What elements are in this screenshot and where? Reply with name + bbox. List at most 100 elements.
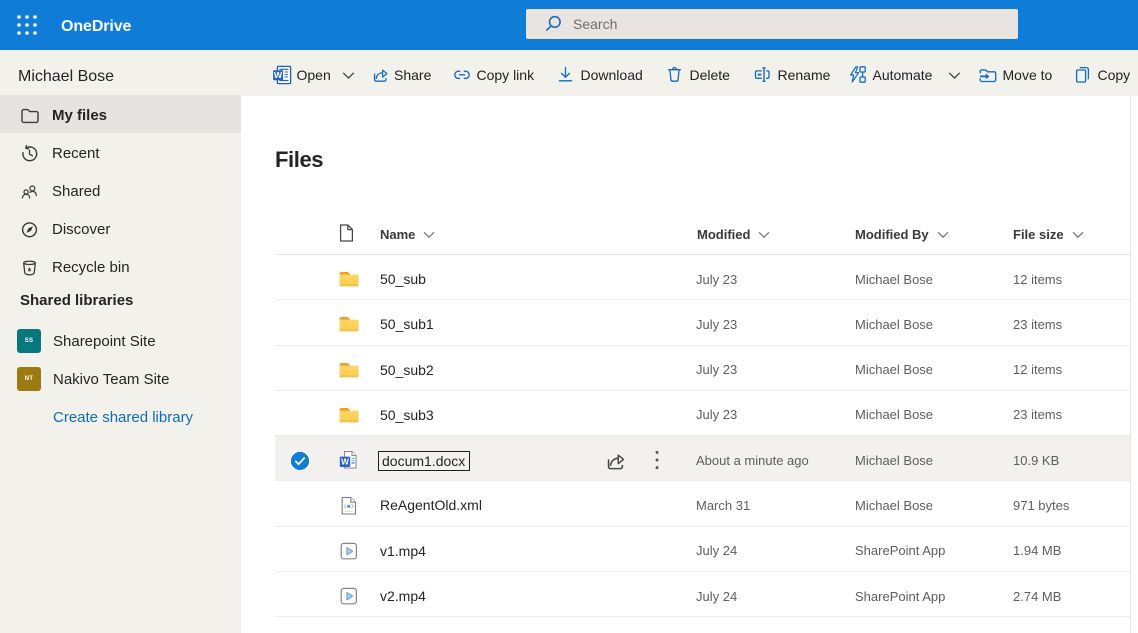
file-modified: March 31 <box>696 483 750 527</box>
file-modified-by: SharePoint App <box>855 529 945 573</box>
link-icon <box>452 65 472 85</box>
row-more-options-icon[interactable] <box>650 450 664 470</box>
file-modified-by: Michael Bose <box>855 257 933 301</box>
sort-chevron-icon <box>758 231 770 239</box>
sidebar: Michael Bose My files Recent Shared Discove… <box>0 50 241 633</box>
copy-icon <box>1073 65 1093 85</box>
search-box[interactable] <box>526 9 1018 39</box>
file-table: Name Modified Modified By File size 50_s… <box>275 215 1130 617</box>
onedrive-app: OneDrive Michael Bose My files Recent Shar… <box>0 0 1138 633</box>
file-size: 2.74 MB <box>1013 574 1061 618</box>
table-row-ReAgentOld.xml[interactable]: ReAgentOld.xmlMarch 31Michael Bose971 by… <box>275 481 1130 526</box>
library-item-nakivo-team-site[interactable]: NTNakivo Team Site <box>0 360 241 398</box>
column-header-modified-by[interactable]: Modified By <box>855 215 949 254</box>
table-row-50_sub1[interactable]: 50_sub1July 23Michael Bose23 items <box>275 300 1130 345</box>
file-name[interactable]: 50_sub1 <box>380 302 434 346</box>
column-header-label: Modified <box>697 227 750 242</box>
column-header-label: File size <box>1013 227 1064 242</box>
column-header-modified[interactable]: Modified <box>697 215 770 254</box>
table-row-v1.mp4[interactable]: v1.mp4July 24SharePoint App1.94 MB <box>275 527 1130 572</box>
column-header-label: Modified By <box>855 227 929 242</box>
automate-icon <box>848 65 868 85</box>
table-row-docum1.docx[interactable]: Wdocum1.docx About a minute ago Michael Bo… <box>275 436 1130 481</box>
rename-input[interactable]: docum1.docx <box>378 451 470 471</box>
file-icon-folder <box>338 359 360 381</box>
file-name[interactable]: 50_sub2 <box>380 348 434 392</box>
file-size: 23 items <box>1013 302 1062 346</box>
toolbar-copy-button[interactable]: Copy <box>1073 50 1131 96</box>
column-header-file-size[interactable]: File size <box>1013 215 1084 254</box>
sidebar-item-recycle-bin[interactable]: Recycle bin <box>0 247 241 285</box>
share-icon <box>369 65 389 85</box>
file-size: 10.9 KB <box>1013 438 1059 482</box>
toolbar-label: Delete <box>690 67 730 83</box>
sort-chevron-icon <box>937 231 949 239</box>
sidebar-item-discover[interactable]: Discover <box>0 209 241 247</box>
delete-icon <box>665 65 685 85</box>
file-icon-word: W <box>338 449 360 471</box>
file-name[interactable]: v2.mp4 <box>380 574 426 618</box>
file-icon-video <box>338 585 360 607</box>
owner-name: Michael Bose <box>0 50 241 95</box>
file-type-column-icon[interactable] <box>339 224 354 242</box>
table-row-50_sub[interactable]: 50_sub July 23 Michael Bose 12 items <box>275 255 1130 300</box>
table-row-v2.mp4[interactable]: v2.mp4July 24SharePoint App2.74 MB <box>275 572 1130 617</box>
table-row-50_sub3[interactable]: 50_sub3July 23Michael Bose23 items <box>275 391 1130 436</box>
search-input[interactable] <box>573 16 993 32</box>
sidebar-item-label: Recycle bin <box>52 259 130 276</box>
file-modified: July 23 <box>696 257 737 301</box>
app-launcher-waffle-icon[interactable] <box>14 12 40 38</box>
library-item-sharepoint-site[interactable]: SS Sharepoint Site <box>0 322 241 360</box>
toolbar-download-button[interactable]: Download <box>556 50 643 96</box>
library-label: Sharepoint Site <box>53 333 156 350</box>
download-icon <box>556 65 576 85</box>
sidebar-item-label: Discover <box>52 221 110 238</box>
column-header-name[interactable]: Name <box>380 215 435 254</box>
page-title: Files <box>275 147 323 173</box>
create-shared-library-link[interactable]: Create shared library <box>0 398 241 436</box>
file-modified-by: Michael Bose <box>855 302 933 346</box>
file-size: 12 items <box>1013 257 1062 301</box>
file-name[interactable]: 50_sub <box>380 257 426 301</box>
toolbar-label: Download <box>581 67 643 83</box>
table-row-50_sub2[interactable]: 50_sub2July 23Michael Bose12 items <box>275 346 1130 391</box>
toolbar-open-button[interactable]: WOpen <box>272 50 355 96</box>
toolbar-rename-button[interactable]: Rename <box>753 50 831 96</box>
file-modified: About a minute ago <box>696 438 809 482</box>
toolbar-label: Open <box>297 67 331 83</box>
table-header-row: Name Modified Modified By File size <box>275 215 1130 255</box>
app-title[interactable]: OneDrive <box>61 2 131 52</box>
library-badge: SS <box>17 329 41 353</box>
selected-check-icon[interactable] <box>289 450 311 472</box>
toolbar-delete-button[interactable]: Delete <box>665 50 730 96</box>
toolbar-share-button[interactable]: Share <box>369 50 431 96</box>
search-icon <box>544 14 564 34</box>
row-share-icon[interactable] <box>603 449 626 472</box>
toolbar-move-to-button[interactable]: Move to <box>978 50 1053 96</box>
toolbar-copy-link-button[interactable]: Copy link <box>452 50 535 96</box>
file-icon-folder <box>338 404 360 426</box>
sidebar-item-shared[interactable]: Shared <box>0 171 241 209</box>
folder-icon <box>20 106 39 125</box>
chevron-down-icon <box>948 71 961 80</box>
toolbar-automate-button[interactable]: Automate <box>848 50 962 96</box>
toolbar-label: Copy link <box>477 67 535 83</box>
sidebar-item-my-files[interactable]: My files <box>0 95 241 133</box>
sort-chevron-icon <box>1072 231 1084 239</box>
file-name[interactable]: v1.mp4 <box>380 529 426 573</box>
file-modified-by: Michael Bose <box>855 438 933 482</box>
sidebar-item-recent[interactable]: Recent <box>0 133 241 171</box>
file-size: 1.94 MB <box>1013 529 1061 573</box>
svg-text:W: W <box>341 458 349 467</box>
move-icon <box>978 65 998 85</box>
sidebar-item-label: Shared <box>52 183 100 200</box>
clock-icon <box>20 144 39 163</box>
file-icon-xml <box>338 494 360 516</box>
command-bar: WOpen Share Copy link Download Delete Rename A… <box>241 50 1138 96</box>
column-header-label: Name <box>380 227 415 242</box>
file-name[interactable]: ReAgentOld.xml <box>380 483 482 527</box>
file-size: 23 items <box>1013 393 1062 437</box>
sidebar-item-label: Recent <box>52 145 100 162</box>
file-name[interactable]: 50_sub3 <box>380 393 434 437</box>
library-badge: NT <box>17 367 41 391</box>
